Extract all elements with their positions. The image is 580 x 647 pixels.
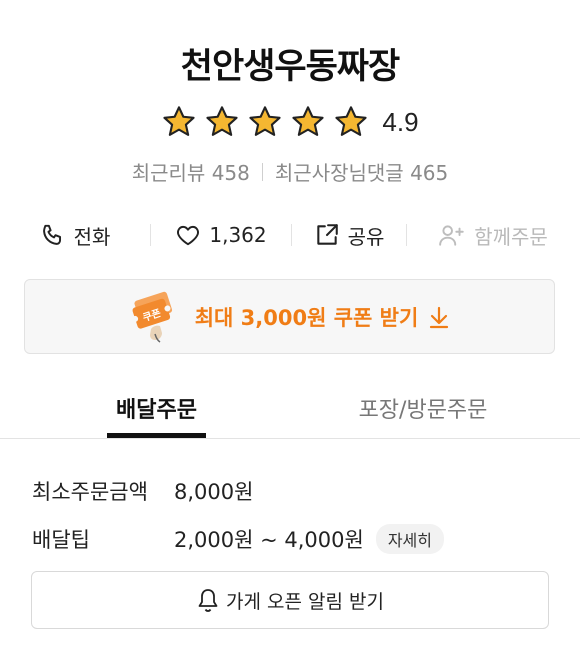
star-icon <box>249 106 282 136</box>
call-button[interactable]: 전화 <box>0 221 150 250</box>
coupon-download-button[interactable]: 쿠폰 최대 3,000원 쿠폰 받기 <box>24 279 555 354</box>
store-title: 천안생우동짜장 <box>180 47 400 87</box>
order-type-tabs: 배달주문 포장/방문주문 <box>0 376 580 439</box>
rating-value: 4.9 <box>382 106 419 137</box>
download-arrow-icon <box>430 306 449 328</box>
min-order-label: 최소주문금액 <box>32 480 148 504</box>
call-label: 전화 <box>73 224 111 249</box>
coupon-ticket-icon: 쿠폰 <box>131 291 172 343</box>
divider <box>261 162 263 181</box>
heart-icon <box>177 225 200 246</box>
like-count: 1,362 <box>209 223 267 247</box>
share-icon <box>316 224 338 245</box>
tip-detail-button[interactable]: 자세히 <box>375 524 444 554</box>
star-icon <box>335 106 368 136</box>
open-notify-button[interactable]: 가게 오픈 알림 받기 <box>31 571 549 629</box>
owner-replies-link[interactable]: 최근사장님댓글 465 <box>275 157 448 186</box>
owner-replies-label: 최근사장님댓글 <box>274 161 404 185</box>
rating-row: 4.9 <box>0 102 580 142</box>
coupon-label: 최대 3,000원 쿠폰 받기 <box>194 305 419 330</box>
review-summary: 최근리뷰 458 최근사장님댓글 465 <box>0 157 580 186</box>
recent-reviews-link[interactable]: 최근리뷰 458 <box>132 157 250 186</box>
star-rating <box>161 104 376 140</box>
owner-replies-count: 465 <box>410 161 449 185</box>
delivery-tip-label: 배달팁 <box>32 528 90 552</box>
min-order-value: 8,000원 <box>174 480 254 504</box>
star-icon <box>206 106 239 136</box>
recent-reviews-label: 최근리뷰 <box>131 161 206 185</box>
active-tab-indicator <box>107 433 206 438</box>
like-button[interactable]: 1,362 <box>151 222 291 248</box>
delivery-tip-value: 2,000원 ~ 4,000원 <box>174 528 364 552</box>
open-notify-label: 가게 오픈 알림 받기 <box>226 590 384 613</box>
tab-delivery[interactable]: 배달주문 <box>107 392 206 424</box>
add-person-icon <box>439 225 464 246</box>
delivery-tip-row: 배달팁 2,000원 ~ 4,000원 자세히 <box>32 524 444 554</box>
group-order-label: 함께주문 <box>474 224 548 249</box>
share-label: 공유 <box>347 224 385 249</box>
star-icon <box>292 106 325 136</box>
recent-reviews-count: 458 <box>211 161 250 185</box>
phone-icon <box>42 224 61 245</box>
bell-icon <box>198 589 218 612</box>
star-icon <box>163 106 196 136</box>
min-order-row: 최소주문금액 8,000원 <box>32 476 253 506</box>
store-actions: 전화 1,362 공유 함께주문 <box>0 212 580 258</box>
share-button[interactable]: 공유 <box>292 221 406 250</box>
tab-pickup[interactable]: 포장/방문주문 <box>352 392 494 424</box>
group-order-button[interactable]: 함께주문 <box>407 221 579 250</box>
